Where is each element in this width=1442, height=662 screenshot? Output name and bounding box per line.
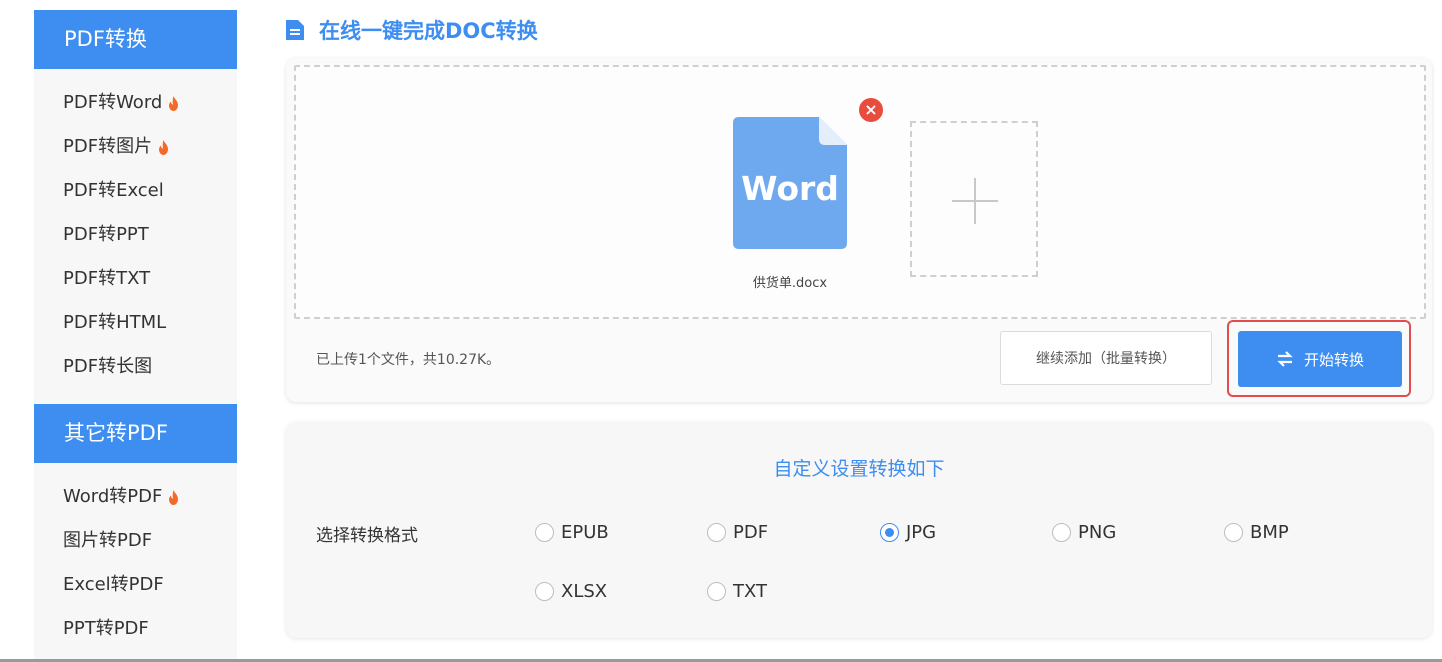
add-file-button[interactable] [910, 121, 1038, 277]
upload-panel: Word × 供货单.docx 已上传1个文件，共10.27K。 继续添加（批量… [286, 58, 1432, 402]
format-option-label: PDF [733, 522, 769, 543]
sidebar-item-label: Word转PDF [63, 486, 163, 507]
file-name: 供货单.docx [752, 276, 828, 291]
sidebar-item-pdf-to-word[interactable]: PDF转Word [34, 81, 237, 125]
format-option-epub[interactable]: EPUB [535, 522, 609, 543]
format-option-bmp[interactable]: BMP [1224, 522, 1289, 543]
file-icon-label: Word [741, 169, 839, 208]
radio-circle [1052, 523, 1071, 542]
format-option-label: BMP [1250, 522, 1289, 543]
sidebar-item-pdf-to-txt[interactable]: PDF转TXT [34, 257, 237, 301]
sidebar-group-pdf-convert: PDF转换 PDF转Word PDF转图片 PDF转Excel PDF转PPT … [34, 10, 237, 404]
fire-icon [169, 489, 179, 505]
sidebar-group-title: 其它转PDF [34, 404, 237, 463]
sidebar-item-label: PDF转TXT [63, 268, 151, 289]
format-option-xlsx[interactable]: XLSX [535, 581, 607, 602]
sidebar-item-label: PPT转PDF [63, 618, 149, 639]
format-option-png[interactable]: PNG [1052, 522, 1116, 543]
start-button-highlight: 开始转换 [1227, 320, 1411, 397]
sidebar-item-label: 图片转PDF [63, 530, 153, 551]
format-option-label: PNG [1078, 522, 1117, 543]
sidebar-item-excel-to-pdf[interactable]: Excel转PDF [34, 563, 237, 607]
sidebar-item-word-to-pdf[interactable]: Word转PDF [34, 475, 237, 519]
radio-circle [707, 582, 726, 601]
format-option-jpg[interactable]: JPG [880, 522, 936, 543]
continue-add-button[interactable]: 继续添加（批量转换） [1000, 331, 1212, 385]
swap-icon [1277, 351, 1293, 367]
settings-title: 自定义设置转换如下 [773, 458, 945, 480]
sidebar-list: Word转PDF 图片转PDF Excel转PDF PPT转PDF [34, 463, 237, 651]
format-label: 选择转换格式 [316, 526, 418, 546]
sidebar-item-image-to-pdf[interactable]: 图片转PDF [34, 519, 237, 563]
continue-add-label: 继续添加（批量转换） [1036, 351, 1176, 367]
sidebar-item-label: PDF转PPT [63, 224, 149, 245]
sidebar-item-label: Excel转PDF [63, 574, 164, 595]
sidebar-item-pdf-to-long-image[interactable]: PDF转长图 [34, 345, 237, 389]
fire-icon [169, 95, 179, 111]
sidebar-item-pdf-to-html[interactable]: PDF转HTML [34, 301, 237, 345]
sidebar: PDF转换 PDF转Word PDF转图片 PDF转Excel PDF转PPT … [34, 10, 237, 662]
format-option-label: XLSX [561, 581, 608, 602]
page-title-text: 在线一键完成DOC转换 [319, 19, 538, 43]
sidebar-item-label: PDF转Word [63, 92, 163, 113]
sidebar-item-label: PDF转图片 [63, 136, 153, 157]
sidebar-item-label: PDF转HTML [63, 312, 167, 333]
sidebar-group-other-to-pdf: 其它转PDF Word转PDF 图片转PDF Excel转PDF PPT转PDF [34, 404, 237, 651]
radio-circle-selected [880, 523, 899, 542]
drop-zone[interactable]: Word × 供货单.docx [294, 65, 1426, 319]
start-convert-label: 开始转换 [1303, 350, 1364, 369]
sidebar-item-pdf-to-excel[interactable]: PDF转Excel [34, 169, 237, 213]
sidebar-item-pdf-to-ppt[interactable]: PDF转PPT [34, 213, 237, 257]
start-convert-button[interactable]: 开始转换 [1238, 331, 1402, 387]
document-icon [286, 20, 304, 40]
format-option-label: JPG [906, 522, 937, 543]
sidebar-list: PDF转Word PDF转图片 PDF转Excel PDF转PPT PDF转TX… [34, 69, 237, 404]
sidebar-item-label: PDF转长图 [63, 356, 153, 377]
radio-circle [707, 523, 726, 542]
format-option-label: EPUB [561, 522, 609, 543]
sidebar-item-label: PDF转Excel [63, 180, 164, 201]
radio-circle [535, 582, 554, 601]
plus-icon-vertical [974, 178, 976, 224]
close-icon[interactable]: × [859, 98, 883, 122]
sidebar-group-title: PDF转换 [34, 10, 237, 69]
format-option-txt[interactable]: TXT [707, 581, 767, 602]
page-title: 在线一键完成DOC转换 [286, 15, 538, 45]
fire-icon [159, 139, 169, 155]
format-option-label: TXT [733, 581, 768, 602]
sidebar-item-ppt-to-pdf[interactable]: PPT转PDF [34, 607, 237, 651]
format-option-pdf[interactable]: PDF [707, 522, 768, 543]
file-card: Word [733, 117, 847, 249]
upload-status: 已上传1个文件，共10.27K。 [316, 352, 501, 368]
radio-circle [1224, 523, 1243, 542]
radio-circle [535, 523, 554, 542]
settings-panel: 自定义设置转换如下 选择转换格式 EPUB PDF JPG PNG BMP XL… [286, 422, 1432, 638]
sidebar-item-pdf-to-image[interactable]: PDF转图片 [34, 125, 237, 169]
